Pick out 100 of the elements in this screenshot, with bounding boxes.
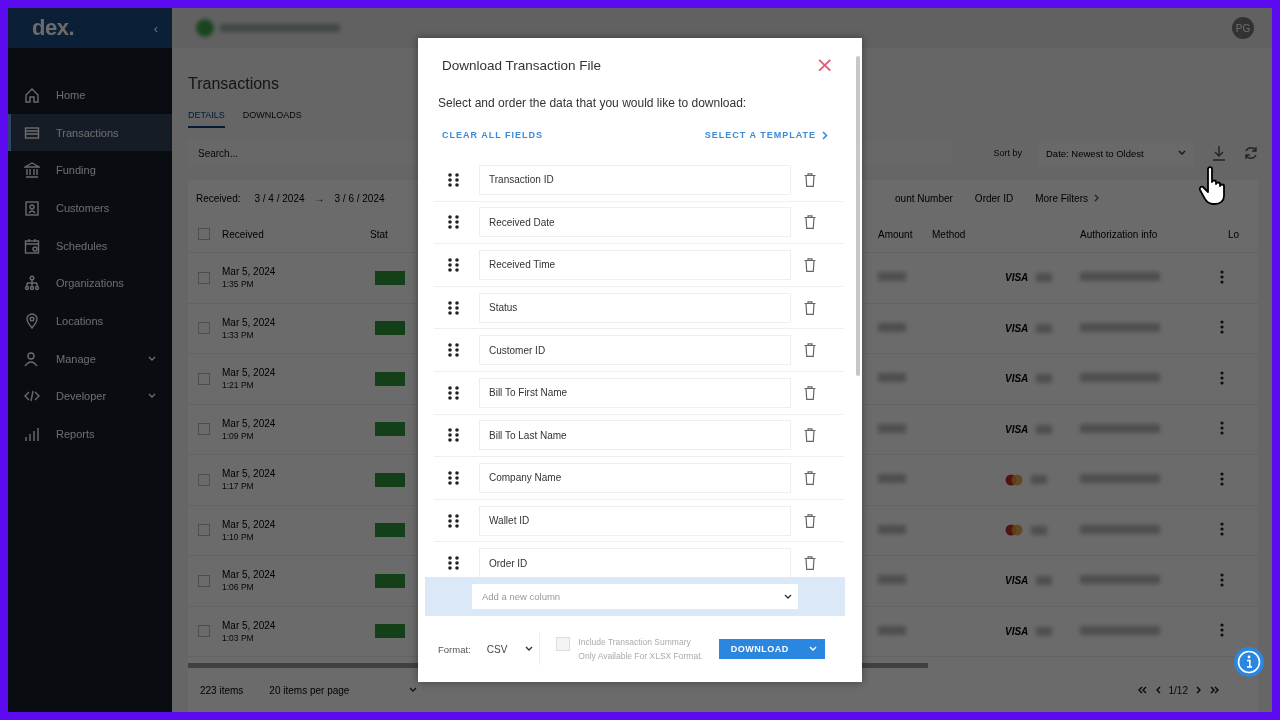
nav-label: Reports [56,428,96,441]
trash-icon[interactable] [804,172,816,187]
column-header[interactable]: Amount [870,228,926,240]
trash-icon[interactable] [804,513,816,528]
status-badge [375,371,405,386]
column-field: Company Name [479,462,791,493]
drag-handle-icon[interactable] [448,299,459,316]
more-vertical-icon[interactable] [1220,320,1224,335]
last-page-icon[interactable] [1210,686,1220,694]
status-badge [375,270,405,285]
trash-icon[interactable] [804,556,816,571]
trash-icon[interactable] [804,470,816,485]
column-header[interactable]: Received [222,228,370,240]
checkbox[interactable] [198,423,210,436]
more-vertical-icon[interactable] [1220,269,1224,284]
first-page-icon[interactable] [1136,686,1147,694]
info-button[interactable] [1234,647,1264,677]
nav-item[interactable]: Customers [8,189,172,227]
page-size-select[interactable]: 20 items per page [269,684,418,696]
nav-item[interactable]: Developer [8,377,172,416]
instruction-text: Select and order the data that you would like to download: [438,96,748,110]
blurred-value [1036,576,1053,586]
drag-handle-icon[interactable] [448,555,459,572]
scrollbar[interactable] [856,56,860,376]
card-brand-text: VISA [1005,575,1029,587]
hierarchy-icon [24,275,40,292]
clear-fields-link[interactable]: CLEAR ALL FIELDS [442,130,543,140]
format-select[interactable]: CSV [470,633,541,665]
checkbox[interactable] [198,473,210,486]
more-filters-link[interactable]: More Filters [1035,192,1088,204]
tab[interactable]: DETAILS [188,106,225,128]
column-header[interactable]: Authorization info [1056,228,1206,240]
status-badge [375,472,405,487]
more-vertical-icon[interactable] [1220,623,1224,638]
filter-chip[interactable]: Order ID [974,192,1014,204]
card-brand-text: VISA [1005,423,1029,435]
add-column-select[interactable]: Add a new column [472,584,798,609]
drag-handle-icon[interactable] [448,342,459,359]
calendar-icon [24,237,40,254]
date-from[interactable]: 3 / 4 / 2024 [254,192,305,204]
more-vertical-icon[interactable] [1220,522,1224,537]
checkbox[interactable] [198,574,210,587]
tab[interactable]: DOWNLOADS [242,106,302,128]
checkbox-label: Include Transaction Summary [578,637,692,647]
trash-icon[interactable] [804,428,816,443]
more-vertical-icon[interactable] [1220,421,1224,436]
logo: dex. [32,15,75,41]
nav-item[interactable]: Funding [8,151,172,190]
nav-item[interactable]: Home [8,76,172,114]
time-text: 1:21 PM [222,380,255,391]
column-field: Bill To First Name [479,377,791,408]
next-page-icon[interactable] [1196,686,1202,694]
blurred-value [878,474,906,484]
blurred-value [1036,424,1053,434]
download-icon[interactable] [1212,145,1226,161]
drag-handle-icon[interactable] [448,257,459,273]
more-vertical-icon[interactable] [1220,471,1224,486]
previous-page-icon[interactable] [1154,686,1161,694]
date-text: Mar 5, 2024 [222,367,277,379]
nav-item[interactable]: Schedules [8,226,172,265]
close-button[interactable]: × [815,54,834,76]
checkbox[interactable] [198,322,210,335]
refresh-icon[interactable] [1244,146,1258,160]
checkbox[interactable] [198,372,210,385]
drag-handle-icon[interactable] [448,384,459,401]
date-to[interactable]: 3 / 6 / 2024 [334,192,385,204]
nav-item[interactable]: Organizations [8,264,172,303]
column-header[interactable]: Lo [1206,228,1258,240]
collapse-button[interactable]: ‹ [149,20,162,36]
filter-chip[interactable]: ount Number [895,192,953,204]
more-vertical-icon[interactable] [1220,572,1224,587]
nav-item[interactable]: Locations [8,302,172,340]
trash-icon[interactable] [804,385,816,400]
trash-icon[interactable] [804,215,816,230]
drag-handle-icon[interactable] [448,171,459,188]
drag-handle-icon[interactable] [448,214,459,231]
nav-item[interactable]: Reports [8,415,172,453]
checkbox[interactable] [198,524,210,537]
download-button[interactable]: DOWNLOAD [718,639,825,659]
drag-handle-icon[interactable] [448,427,459,444]
chevron-down-icon [784,593,792,600]
column-field: Received Date [479,207,791,238]
trash-icon[interactable] [804,343,816,358]
dialog-title: Download Transaction File [442,57,602,73]
blurred-value [878,524,906,534]
drag-handle-icon[interactable] [448,469,459,486]
time-text: 1:06 PM [222,582,255,593]
nav-item[interactable]: Transactions [8,113,172,152]
trash-icon[interactable] [804,258,816,272]
checkbox[interactable] [198,271,210,284]
drag-handle-icon[interactable] [448,512,459,529]
status-badge [375,523,405,538]
more-vertical-icon[interactable] [1220,370,1224,385]
nav-item[interactable]: Manage [8,339,172,378]
trash-icon[interactable] [804,300,816,315]
column-header[interactable]: Method [926,228,1056,240]
page-title: Transactions [188,75,280,94]
checkbox[interactable] [198,228,210,240]
checkbox[interactable] [198,625,210,638]
select-template-link[interactable]: SELECT A TEMPLATE [704,130,828,140]
